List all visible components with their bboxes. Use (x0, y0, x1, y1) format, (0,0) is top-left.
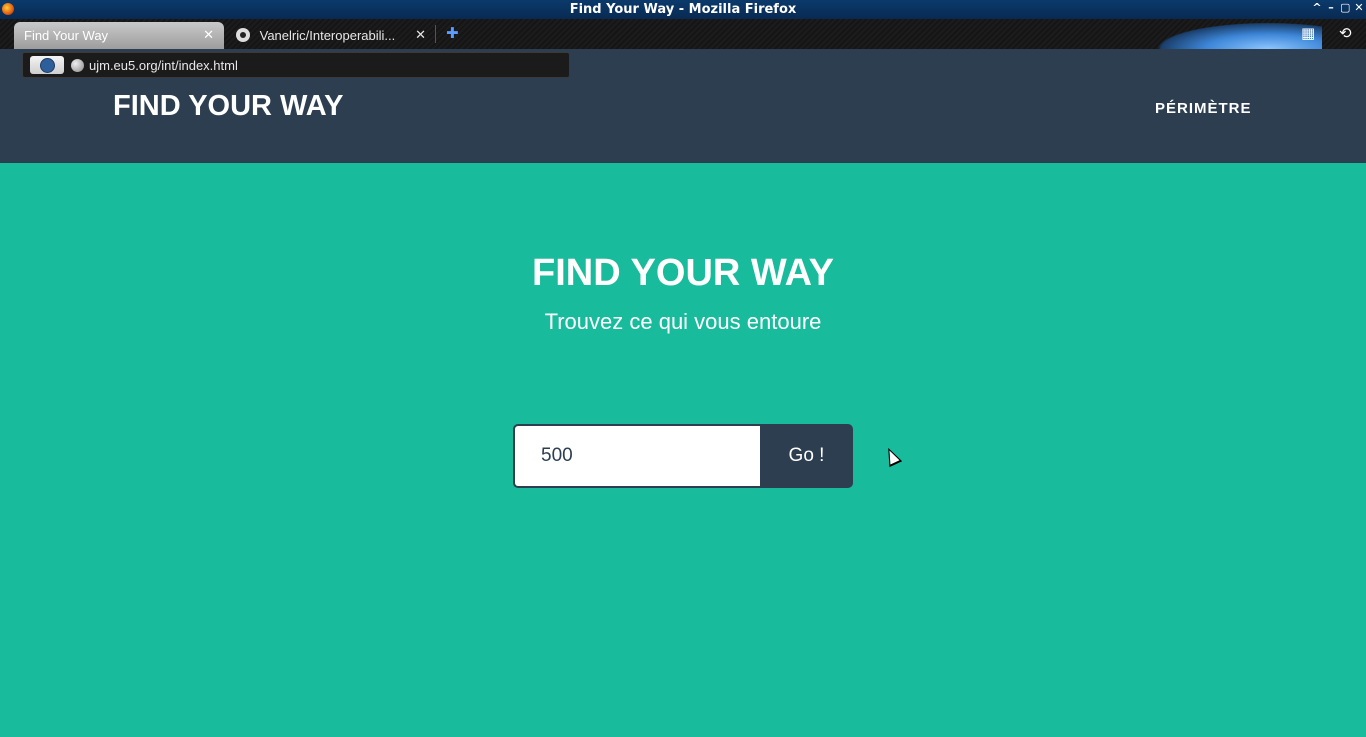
navbar-brand[interactable]: FIND YOUR WAY (113, 90, 343, 123)
window-titlebar: Find Your Way - Mozilla Firefox ^ – ▢ ✕ (0, 0, 1366, 19)
mouse-cursor-icon (881, 444, 903, 468)
hero-title: FIND YOUR WAY (532, 252, 834, 294)
window-close-button[interactable]: ✕ (1354, 1, 1364, 14)
window-title: Find Your Way - Mozilla Firefox (569, 2, 797, 17)
tab-label: Vanelric/Interoperabili... (259, 28, 396, 43)
perimeter-form: Go ! (513, 424, 853, 488)
url-bar[interactable]: ujm.eu5.org/int/index.html (22, 52, 570, 78)
window-maximize-up-button[interactable]: ^ (1312, 1, 1322, 14)
tab-close-icon[interactable]: ✕ (203, 27, 214, 43)
window-restore-button[interactable]: ▢ (1340, 1, 1350, 14)
tab-strip: Find Your Way ✕ Vanelric/Interoperabili.… (0, 19, 1366, 49)
tab-label: Find Your Way (24, 28, 109, 43)
tab-divider (435, 25, 436, 43)
globe-icon (71, 59, 84, 72)
theme-globe-decoration (1142, 19, 1322, 49)
new-tab-icon[interactable]: ✚ (446, 24, 459, 42)
hero-subtitle: Trouvez ce qui vous entoure (544, 309, 822, 334)
site-identity-icon[interactable] (30, 56, 64, 74)
window-controls: ^ – ▢ ✕ (1312, 1, 1364, 14)
tab-groups-icon[interactable]: ▦ (1301, 24, 1315, 42)
url-text[interactable]: ujm.eu5.org/int/index.html (89, 58, 238, 73)
go-button[interactable]: Go ! (760, 424, 853, 488)
history-icon[interactable]: ⟲ (1339, 24, 1352, 42)
perimeter-input[interactable] (513, 424, 760, 488)
tab-find-your-way[interactable]: Find Your Way ✕ (14, 22, 224, 49)
github-icon (236, 28, 250, 42)
tab-github[interactable]: Vanelric/Interoperabili... ✕ (226, 22, 436, 49)
tab-close-icon[interactable]: ✕ (415, 27, 426, 43)
nav-link-perimetre[interactable]: PÉRIMÈTRE (1155, 100, 1252, 117)
window-minimize-button[interactable]: – (1326, 1, 1336, 14)
